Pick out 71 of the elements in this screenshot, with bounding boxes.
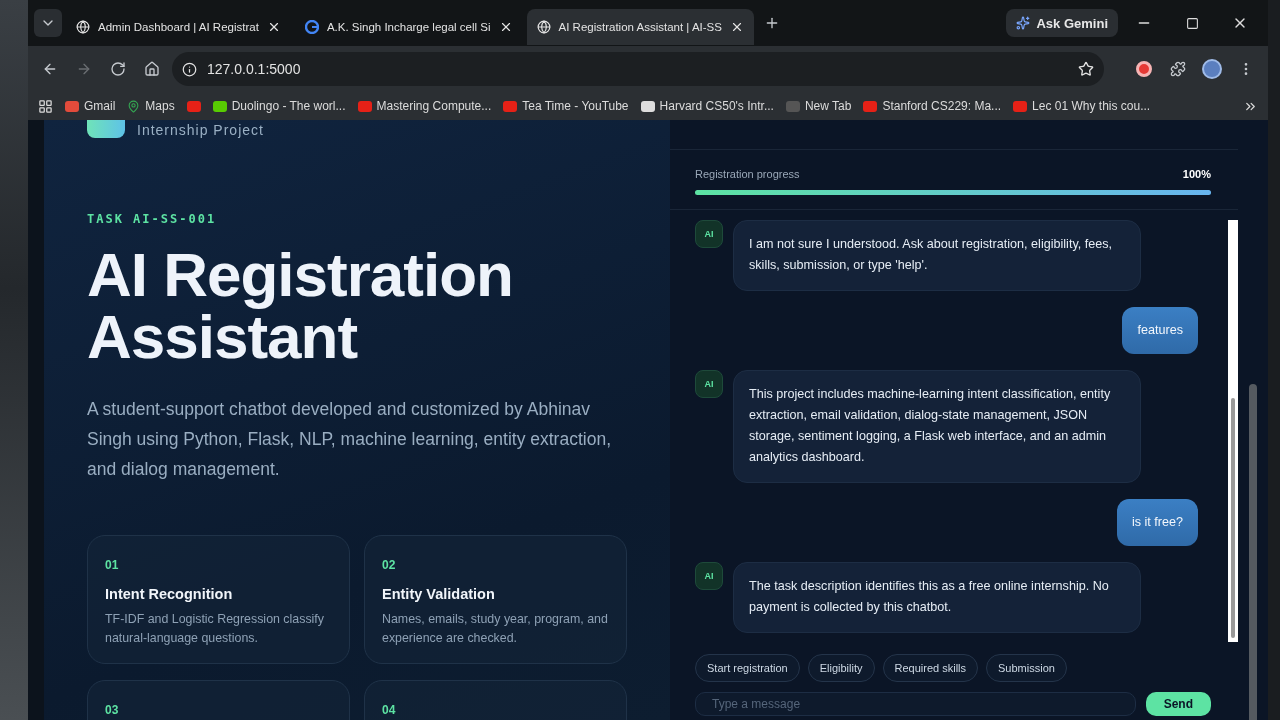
stop-record-icon[interactable] [1136, 61, 1152, 77]
globe-icon [536, 20, 551, 34]
info-icon [182, 61, 197, 77]
quick-reply-chip[interactable]: Required skills [882, 654, 979, 682]
scrollbar[interactable] [1228, 220, 1238, 642]
bookmark[interactable]: Gmail [65, 99, 116, 113]
bot-message: This project includes machine-learning intent classification, entity extraction, email validation, dialog-state management, JSON storage, sentiment logging, a Flask web interface, and an admin analytics dashboard. [733, 370, 1141, 483]
profile-avatar[interactable] [1202, 59, 1222, 79]
video-icon [1013, 100, 1028, 112]
apps-icon[interactable] [38, 98, 53, 114]
bookmark[interactable]: Lec 01 Why this cou... [1013, 99, 1151, 113]
subtitle: Internship Project [137, 122, 264, 138]
scrollbar-thumb[interactable] [1231, 397, 1235, 638]
globe-icon [76, 20, 90, 34]
favicon-icon [65, 100, 79, 112]
back-icon[interactable] [42, 61, 58, 77]
browser-tab[interactable]: AI Registration Assistant | AI-SS [526, 9, 754, 45]
bookmark[interactable] [186, 100, 201, 112]
page-title: AI Registration Assistant [87, 244, 514, 368]
favicon-icon [640, 100, 655, 112]
browser-tab[interactable]: A.K. Singh Incharge legal cell Si [294, 9, 523, 45]
user-message: features [1122, 307, 1198, 354]
favicon-icon [785, 100, 800, 112]
card-description: Names, emails, study year, program, and experience are checked. [382, 611, 609, 647]
google-icon [304, 20, 319, 34]
reload-icon[interactable] [110, 61, 126, 77]
ask-gemini-button[interactable]: Ask Gemini [1006, 9, 1118, 37]
quick-reply-chip[interactable]: Submission [986, 654, 1067, 682]
bot-avatar: AI [695, 220, 723, 248]
video-icon [863, 100, 878, 112]
bookmark-star-icon [1078, 61, 1094, 77]
bookmark[interactable]: Duolingo - The worl... [212, 99, 346, 113]
address-bar[interactable]: 127.0.0.1:5000 [172, 52, 1104, 86]
bookmark[interactable]: Stanford CS229: Ma... [863, 99, 1002, 113]
video-icon [503, 100, 518, 112]
extensions-icon[interactable] [1170, 61, 1186, 77]
progress-value: 100% [1182, 168, 1211, 180]
forward-icon[interactable] [76, 61, 92, 77]
card-number: 02 [382, 558, 397, 572]
bookmark[interactable]: New Tab [785, 99, 852, 113]
card-description: TF-IDF and Logistic Regression classify natural-language questions. [105, 611, 325, 647]
quick-reply-chip[interactable]: Start registration [695, 654, 800, 682]
task-label: TASK AI-SS-001 [87, 212, 218, 226]
send-button[interactable]: Send [1145, 692, 1211, 716]
card-title: Entity Validation [382, 586, 496, 602]
card-number: 03 [105, 703, 120, 717]
bookmark[interactable]: Tea Time - YouTube [503, 99, 629, 113]
bot-avatar: AI [695, 562, 723, 590]
sparkle-icon [1016, 16, 1031, 30]
bot-message: The task description identifies this as a free online internship. No payment is collected by this chatbot. [733, 562, 1141, 633]
card-title: Intent Recognition [105, 586, 234, 602]
logo-icon [87, 120, 125, 138]
description: A student-support chatbot developed and customized by Abhinav Singh using Python, Flask, NLP, machine learning, entity extraction, and dialog management. [87, 398, 612, 481]
message-input[interactable]: Type a message [695, 692, 1136, 716]
video-icon [186, 100, 201, 112]
bookmark[interactable]: Harvard CS50's Intr... [640, 99, 774, 113]
card-number: 01 [105, 558, 120, 572]
favicon-icon [212, 100, 227, 112]
bookmark[interactable]: Maps [127, 99, 175, 113]
map-pin-icon [127, 99, 141, 113]
home-icon[interactable] [144, 61, 160, 77]
bot-message: I am not sure I understood. Ask about registration, eligibility, fees, skills, submission, or type 'help'. [733, 220, 1141, 291]
card-number: 04 [382, 703, 397, 717]
bookmark[interactable]: Mastering Compute... [357, 99, 492, 113]
bot-avatar: AI [695, 370, 723, 398]
user-message: is it free? [1116, 499, 1198, 546]
video-icon [357, 100, 372, 112]
quick-reply-chip[interactable]: Eligibility [807, 654, 875, 682]
maximize-icon[interactable] [1185, 16, 1199, 30]
browser-tab[interactable]: Admin Dashboard | AI Registrat [66, 9, 291, 45]
progress-label: Registration progress [695, 168, 800, 180]
